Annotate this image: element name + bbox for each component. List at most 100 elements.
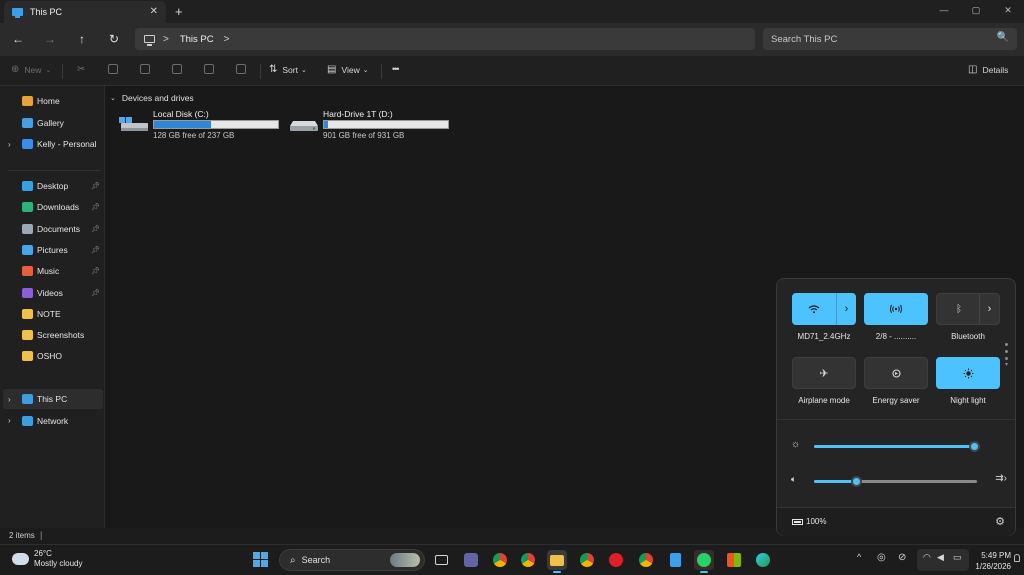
share-button[interactable] (204, 64, 214, 74)
more-options-button[interactable]: ••• (392, 64, 400, 74)
audio-output-icon[interactable]: ⇉› (995, 473, 1007, 484)
sidebar-item-downloads[interactable]: Downloads 📌︎ (3, 197, 103, 217)
paste-button[interactable] (140, 64, 150, 74)
show-hidden-icons-icon[interactable]: ^ (857, 552, 861, 562)
chrome-icon[interactable] (518, 550, 538, 570)
breadcrumb-chevron-icon[interactable]: > (224, 34, 230, 45)
view-button[interactable]: ▤ View ⌄ (327, 64, 369, 75)
mobile-hotspot-tile[interactable] (864, 293, 928, 325)
whatsapp-icon[interactable] (694, 550, 714, 573)
pin-icon[interactable]: 📌︎ (91, 246, 100, 254)
battery-status[interactable]: 100% (792, 517, 826, 526)
rename-button[interactable] (172, 64, 182, 74)
network-volume-battery-group[interactable]: ◠ ◀ ▭ (917, 549, 969, 571)
weather-widget[interactable]: 26°C Mostly cloudy (12, 549, 82, 569)
opera-icon[interactable] (606, 550, 626, 570)
expand-chevron-icon[interactable]: › (8, 140, 11, 149)
tab-close-icon[interactable]: ✕ (150, 6, 158, 17)
wifi-toggle[interactable] (792, 293, 836, 325)
sidebar-item-note[interactable]: NOTE (3, 304, 103, 324)
sidebar-item-music[interactable]: Music 📌︎ (3, 261, 103, 281)
minimize-button[interactable]: — (928, 0, 960, 20)
pictures-icon (22, 244, 33, 255)
pin-icon[interactable]: 📌︎ (91, 225, 100, 233)
sidebar-item-pictures[interactable]: Pictures 📌︎ (3, 240, 103, 260)
forward-button[interactable]: → (40, 30, 60, 48)
quick-settings-footer: 100% ⚙ (777, 507, 1015, 536)
up-button[interactable]: ↑ (72, 30, 92, 48)
group-header-devices[interactable]: ⌄ Devices and drives (110, 93, 194, 103)
night-light-tile[interactable] (936, 357, 1000, 389)
drive-c[interactable]: Local Disk (C:) 128 GB free of 237 GB (119, 108, 284, 142)
start-button[interactable] (253, 552, 268, 567)
sidebar-item-videos[interactable]: Videos 📌︎ (3, 283, 103, 303)
sidebar-item-this-pc[interactable]: › This PC (3, 389, 103, 409)
sidebar-item-network[interactable]: › Network (3, 411, 103, 431)
details-button[interactable]: ◫ Details (968, 64, 1008, 75)
task-view-icon[interactable] (431, 550, 451, 570)
copy-button[interactable] (108, 64, 118, 74)
edge-icon[interactable] (753, 550, 773, 570)
sidebar-item-osho[interactable]: OSHO (3, 346, 103, 366)
airplane-mode-tile[interactable]: ✈ (792, 357, 856, 389)
sort-button[interactable]: ⇅ Sort ⌄ (269, 64, 307, 75)
pin-icon[interactable]: 📌︎ (91, 267, 100, 275)
energy-saver-tile[interactable] (864, 357, 928, 389)
brightness-track[interactable] (814, 441, 980, 452)
sync-icon[interactable]: ◎ (877, 552, 886, 563)
search-icon[interactable]: 🔍 (997, 32, 1009, 43)
page-indicator[interactable]: ▾ (1005, 343, 1009, 371)
chrome-profile-icon[interactable] (490, 550, 510, 570)
mute-notification-icon[interactable]: ⊘ (898, 552, 906, 563)
wifi-expand-button[interactable]: › (836, 293, 856, 325)
chrome-alt-icon[interactable] (577, 550, 597, 570)
chrome-other-icon[interactable] (636, 550, 656, 570)
volume-thumb[interactable] (851, 476, 863, 487)
delete-button[interactable] (236, 64, 246, 74)
microsoft-store-icon[interactable] (724, 550, 744, 570)
back-button[interactable]: ← (8, 30, 28, 48)
expand-chevron-icon[interactable]: › (8, 416, 11, 425)
address-bar[interactable]: > This PC > (135, 28, 755, 50)
notification-bell-icon[interactable] (1014, 554, 1020, 562)
new-button[interactable]: ⊕ New ⌄ (11, 64, 51, 75)
drive-d[interactable]: Hard-Drive 1T (D:) 901 GB free of 931 GB (289, 108, 454, 142)
search-input[interactable] (771, 33, 991, 45)
cut-button[interactable]: ✂ (77, 64, 90, 75)
sidebar-item-documents[interactable]: Documents 📌︎ (3, 219, 103, 239)
chevron-down-icon: ⌄ (300, 66, 307, 74)
refresh-button[interactable]: ↻ (104, 30, 124, 48)
new-tab-button[interactable]: + (175, 4, 183, 19)
sort-label: Sort (282, 64, 298, 75)
bluetooth-tile[interactable]: ᛒ › (936, 293, 1000, 325)
sidebar-item-gallery[interactable]: Gallery (3, 113, 103, 133)
search-box[interactable]: 🔍 (763, 28, 1017, 50)
sidebar-item-kelly-personal[interactable]: › Kelly - Personal (3, 134, 103, 154)
sidebar-item-screenshots[interactable]: Screenshots (3, 325, 103, 345)
bluetooth-expand-button[interactable]: › (979, 294, 999, 324)
pin-icon[interactable]: 📌︎ (91, 182, 100, 190)
teams-icon[interactable] (461, 550, 481, 570)
wifi-tile[interactable]: › (792, 293, 856, 325)
sidebar-item-desktop[interactable]: Desktop 📌︎ (3, 176, 103, 196)
file-explorer-icon[interactable] (547, 550, 567, 573)
notepad-icon[interactable] (665, 550, 685, 570)
breadcrumb-this-pc[interactable]: This PC (180, 34, 214, 45)
expand-chevron-icon[interactable]: › (8, 395, 11, 404)
brightness-slider[interactable]: ☼ (791, 439, 1007, 453)
settings-gear-icon[interactable]: ⚙ (995, 515, 1005, 528)
bluetooth-toggle[interactable]: ᛒ (937, 294, 981, 324)
taskbar-search[interactable]: ⌕ Search (279, 549, 425, 571)
close-button[interactable]: ✕ (992, 0, 1024, 20)
brightness-thumb[interactable] (968, 441, 980, 452)
maximize-button[interactable]: ▢ (960, 0, 992, 20)
tab-this-pc[interactable]: This PC ✕ (4, 1, 166, 23)
chevron-down-icon: ⌄ (362, 66, 369, 74)
clock[interactable]: 5:49 PM 1/26/2026 (975, 550, 1011, 572)
volume-track[interactable] (814, 476, 977, 487)
volume-slider[interactable]: 🔈︎ ⇉› (791, 473, 1007, 488)
sidebar-item-home[interactable]: Home (3, 91, 103, 111)
pin-icon[interactable]: 📌︎ (91, 203, 100, 211)
pin-icon[interactable]: 📌︎ (91, 289, 100, 297)
breadcrumb-chevron-icon[interactable]: > (163, 34, 169, 45)
